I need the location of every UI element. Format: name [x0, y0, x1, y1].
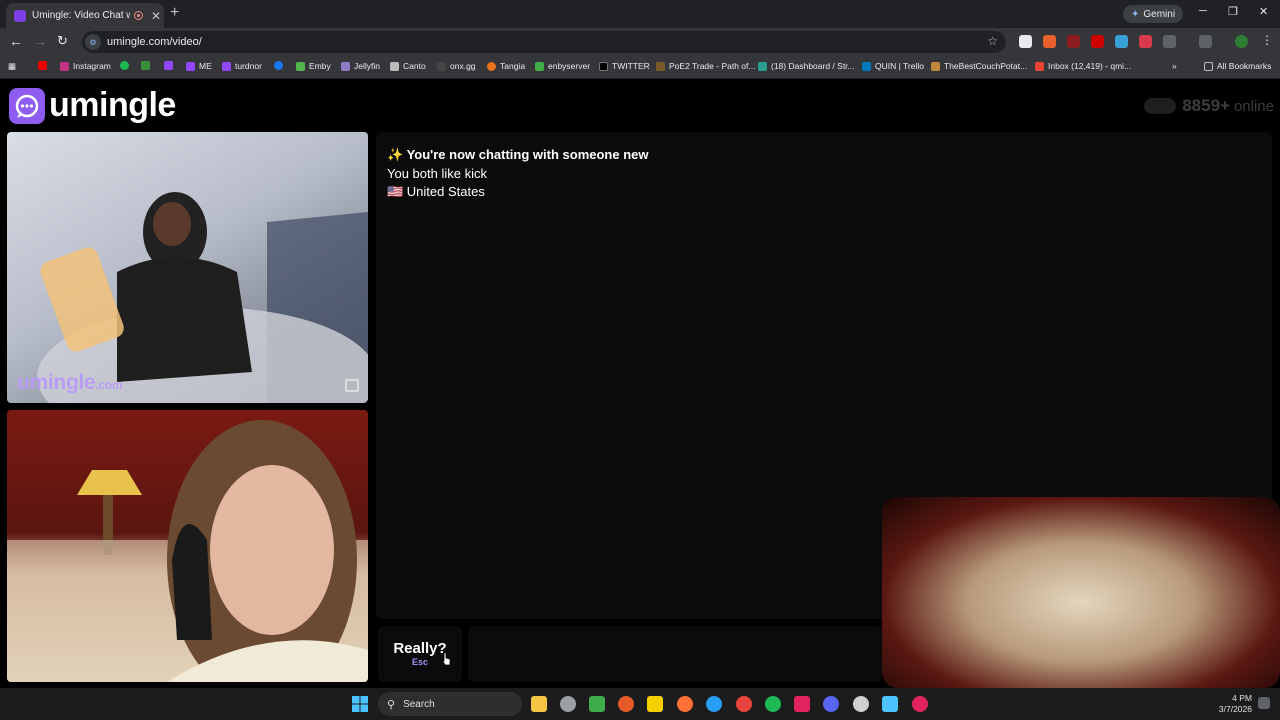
stranger-video-frame: [37, 192, 368, 403]
minimize-button[interactable]: ─: [1199, 5, 1207, 17]
gemini-label: Gemini: [1143, 8, 1176, 20]
bookmark-spotify[interactable]: [120, 61, 129, 70]
gemini-button[interactable]: ✦ Gemini: [1123, 5, 1184, 23]
bookmark-tangia[interactable]: Tangia: [487, 61, 525, 71]
bookmark-twitter[interactable]: TWITTER: [599, 61, 650, 71]
extension-pink-icon[interactable]: [1139, 35, 1152, 48]
notepad-icon[interactable]: [882, 696, 898, 712]
bookmark-instagram[interactable]: Instagram: [60, 61, 111, 71]
file-explorer-icon[interactable]: [531, 696, 547, 712]
address-bar[interactable]: ⚙ umingle.com/video/ ☆: [82, 31, 1006, 53]
all-bookmarks-folder[interactable]: All Bookmarks: [1204, 61, 1271, 71]
back-icon[interactable]: ←: [9, 33, 23, 49]
online-label: online: [1233, 97, 1274, 115]
self-video: [7, 410, 368, 682]
url-text: umingle.com/video/: [107, 36, 202, 48]
taskbar-search-label: Search: [403, 698, 435, 710]
clock-app-icon[interactable]: [560, 696, 576, 712]
reload-icon[interactable]: ↻: [57, 33, 68, 49]
browser-tab[interactable]: Umingle: Video Chat with S ✕: [6, 3, 164, 28]
tab-strip: Umingle: Video Chat with S ✕ + ✦ Gemini …: [0, 0, 1280, 28]
bookmark-couchpotato[interactable]: TheBestCouchPotat...: [931, 61, 1027, 71]
tab-close-icon[interactable]: ✕: [151, 9, 161, 23]
taskbar-clock[interactable]: 4 PM 3/7/2026: [1219, 693, 1252, 715]
bookmark-trello[interactable]: QUIN | Trello: [862, 61, 924, 71]
bookmark-me[interactable]: ME: [186, 61, 212, 71]
forward-icon[interactable]: →: [33, 33, 47, 49]
browser-toolbar: ← → ↻ ⚙ umingle.com/video/ ☆ ⋮: [0, 28, 1280, 56]
report-flag-icon[interactable]: [345, 379, 359, 392]
extensions-puzzle-icon[interactable]: [1163, 35, 1176, 48]
notifications-icon[interactable]: [1258, 697, 1270, 709]
bookmark-star-icon[interactable]: ☆: [987, 34, 998, 48]
watermark-main: umingle: [17, 371, 96, 394]
spotify-icon[interactable]: [765, 696, 781, 712]
logo-wordmark: umingle: [49, 86, 176, 124]
app-red-icon[interactable]: [794, 696, 810, 712]
edge-icon[interactable]: [706, 696, 722, 712]
new-tab-button[interactable]: +: [170, 4, 179, 22]
bookmarks-overflow-icon[interactable]: »: [1172, 61, 1177, 71]
site-info-icon[interactable]: ⚙: [85, 34, 101, 50]
chat-bubble-logo-icon: [9, 87, 45, 124]
chat-system-message-interest: You both like kick: [387, 166, 487, 181]
extension-red-icon[interactable]: [1067, 35, 1080, 48]
windows-taskbar: ⚲ Search 4 PM 3/7/2026: [0, 688, 1280, 720]
bookmark-jellyfin[interactable]: Jellyfin: [341, 61, 380, 71]
app-orange-icon[interactable]: [618, 696, 634, 712]
watermark-tld: .com: [95, 378, 123, 392]
recording-indicator-icon: [134, 11, 143, 20]
chat-message-input[interactable]: [468, 626, 882, 682]
tab-title: Umingle: Video Chat with S: [32, 10, 130, 21]
chat-system-message-intro: ✨ You're now chatting with someone new: [387, 147, 649, 162]
bookmarks-bar: ▦ Instagram ME turdnor Emby Jellyfin Can…: [0, 56, 1280, 79]
site-logo[interactable]: umingle: [9, 86, 176, 125]
bookmark-poe2[interactable]: PoE2 Trade - Path of...: [656, 61, 755, 71]
umingle-watermark: umingle.com: [17, 371, 123, 395]
firefox-icon[interactable]: [677, 696, 693, 712]
media-player-icon[interactable]: [589, 696, 605, 712]
profile-avatar[interactable]: [1235, 35, 1248, 48]
close-window-button[interactable]: ✕: [1259, 5, 1268, 18]
bookmark-dashboard[interactable]: (18) Dashboard / Str...: [758, 61, 855, 71]
streamer-webcam-overlay: [882, 497, 1280, 688]
online-toggle[interactable]: [1144, 98, 1177, 114]
online-count: 8859+: [1182, 96, 1230, 115]
bookmark-onx[interactable]: onx.gg: [437, 61, 476, 71]
umingle-favicon-icon: [14, 9, 26, 22]
extension-fox-icon[interactable]: [1043, 35, 1056, 48]
bookmark-gmail[interactable]: Inbox (12,419) - qmi...: [1035, 61, 1131, 71]
bookmark-enbyserver[interactable]: enbyserver: [535, 61, 590, 71]
obs-icon[interactable]: [853, 696, 869, 712]
taskbar-search[interactable]: ⚲ Search: [378, 692, 522, 716]
self-video-frame: [7, 420, 368, 682]
gemini-sparkle-icon: ✦: [1131, 8, 1140, 20]
app-pink-icon[interactable]: [912, 696, 928, 712]
chrome-icon[interactable]: [736, 696, 752, 712]
bookmark-youtube[interactable]: [38, 61, 47, 70]
extension-k-icon[interactable]: [1019, 35, 1032, 48]
clock-time: 4 PM: [1232, 693, 1252, 703]
search-icon: ⚲: [387, 698, 396, 711]
clock-date: 3/7/2026: [1218, 704, 1252, 714]
discord-icon[interactable]: [823, 696, 839, 712]
bookmark-twitch[interactable]: [164, 61, 173, 70]
bookmark-canto[interactable]: Canto: [390, 61, 426, 71]
side-panel-icon[interactable]: [1199, 35, 1212, 48]
extension-blue-icon[interactable]: [1115, 35, 1128, 48]
apps-grid-icon[interactable]: ▦: [8, 61, 16, 72]
menu-kebab-icon[interactable]: ⋮: [1261, 33, 1273, 47]
stranger-video: umingle.com: [7, 132, 368, 403]
online-counter: 8859+ online: [1144, 96, 1274, 116]
bookmark-facebook[interactable]: [274, 61, 283, 70]
extension-youtube-icon[interactable]: [1091, 35, 1104, 48]
windows-start-icon[interactable]: [352, 696, 368, 712]
mouse-pointer-icon: [441, 652, 451, 666]
bookmark-emby[interactable]: Emby: [296, 61, 331, 71]
bookmark-green[interactable]: [141, 61, 150, 70]
bookmark-turdnor[interactable]: turdnor: [222, 61, 262, 71]
sticky-notes-icon[interactable]: [647, 696, 663, 712]
chat-system-message-country: 🇺🇸 United States: [387, 184, 485, 199]
maximize-button[interactable]: ❐: [1228, 5, 1238, 18]
